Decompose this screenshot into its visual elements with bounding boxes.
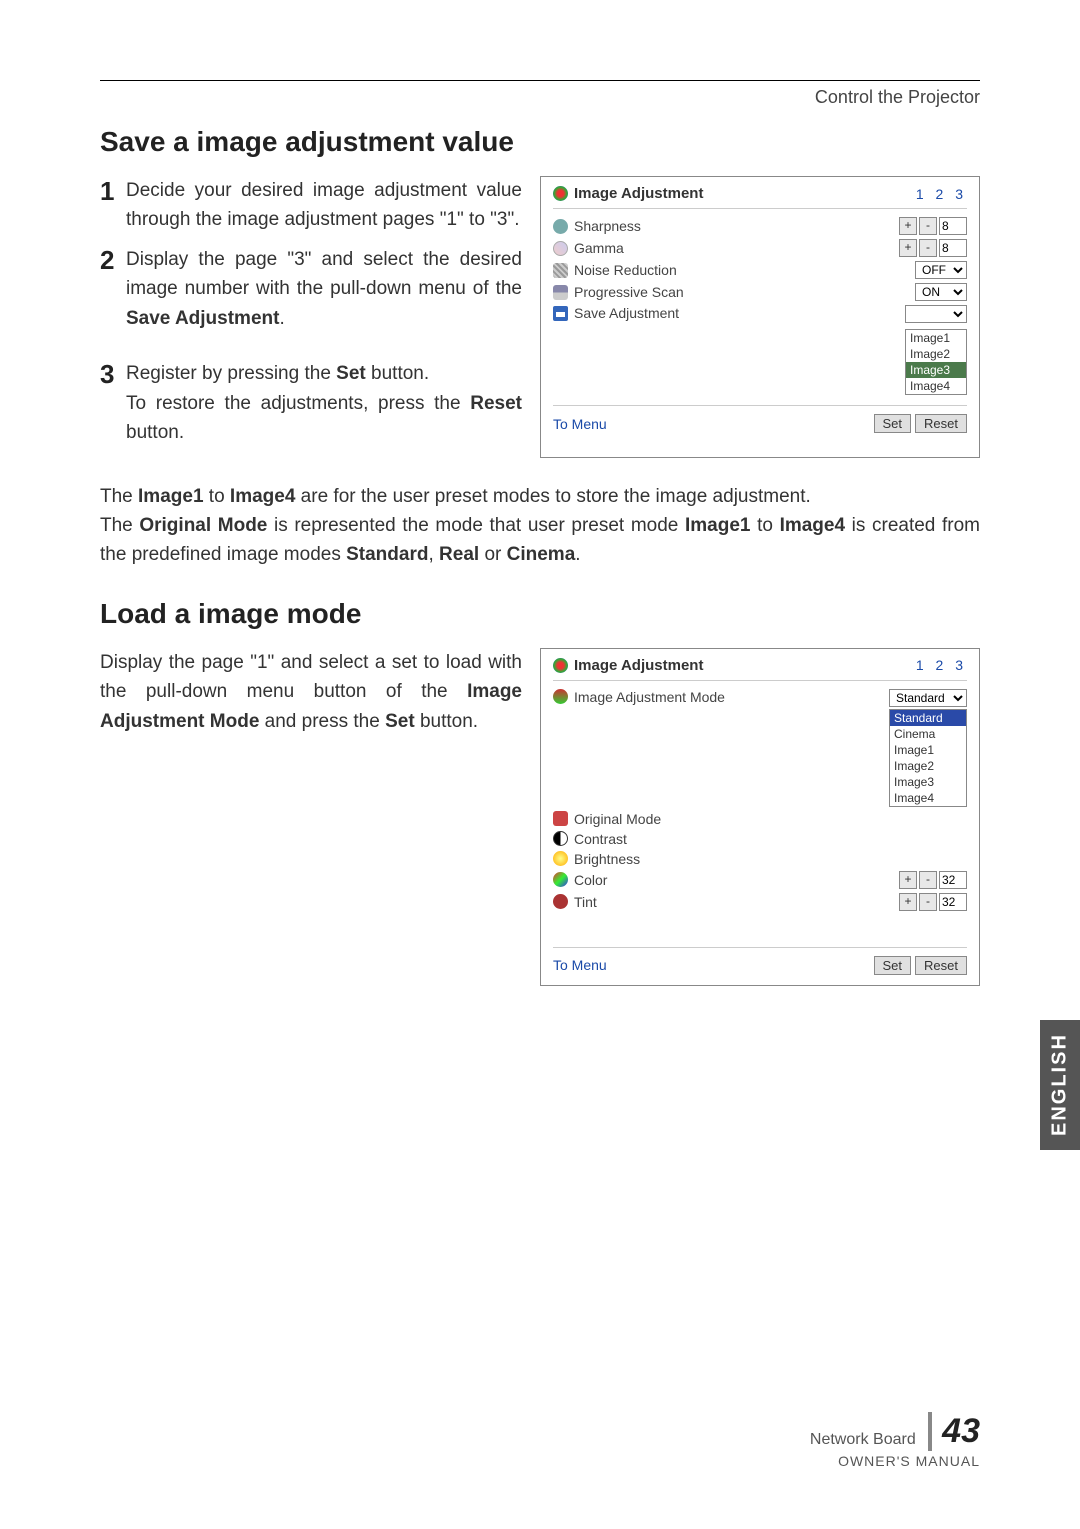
palette-icon: [553, 658, 568, 673]
gamma-label: Gamma: [574, 240, 624, 256]
step-num-2: 2: [100, 245, 126, 333]
palette-icon: [553, 186, 568, 201]
noise-icon: [553, 263, 568, 278]
mode-label: Image Adjustment Mode: [574, 689, 725, 705]
save-opt-image1[interactable]: Image1: [906, 330, 966, 346]
panel2-title: Image Adjustment: [574, 657, 703, 674]
load-body: Display the page "1" and select a set to…: [100, 648, 522, 986]
mode-opt-image3[interactable]: Image3: [890, 774, 966, 790]
step-1-text: Decide your desired image adjustment val…: [126, 176, 522, 235]
original-label: Original Mode: [574, 811, 661, 827]
step-num-3: 3: [100, 359, 126, 447]
tint-plus[interactable]: +: [899, 893, 917, 911]
breadcrumb: Control the Projector: [100, 87, 980, 108]
save-opt-image3[interactable]: Image3: [906, 362, 966, 378]
progressive-label: Progressive Scan: [574, 284, 684, 300]
save-dropdown-open[interactable]: Image1 Image2 Image3 Image4: [905, 329, 967, 395]
save-icon: [553, 306, 568, 321]
save-opt-image4[interactable]: Image4: [906, 378, 966, 394]
section-title-load: Load a image mode: [100, 598, 980, 630]
mode-dropdown-open[interactable]: Standard Cinema Image1 Image2 Image3 Ima…: [889, 709, 967, 807]
tint-input[interactable]: [939, 893, 967, 911]
original-mode-icon: [553, 811, 568, 826]
step-3-text: Register by pressing the Set button. To …: [126, 359, 522, 447]
contrast-icon: [553, 831, 568, 846]
image-adjustment-panel-3: Image Adjustment 1 2 3 Sharpness + - Gam…: [540, 176, 980, 458]
mode-opt-image2[interactable]: Image2: [890, 758, 966, 774]
step-2-text: Display the page "3" and select the desi…: [126, 245, 522, 333]
contrast-label: Contrast: [574, 831, 627, 847]
panel2-to-menu[interactable]: To Menu: [553, 957, 870, 973]
brightness-label: Brightness: [574, 851, 640, 867]
mid-paragraph: The Image1 to Image4 are for the user pr…: [100, 482, 980, 570]
progressive-icon: [553, 285, 568, 300]
save-label: Save Adjustment: [574, 305, 679, 321]
step-num-1: 1: [100, 176, 126, 235]
panel1-to-menu[interactable]: To Menu: [553, 416, 870, 432]
gamma-plus[interactable]: +: [899, 239, 917, 257]
gamma-minus[interactable]: -: [919, 239, 937, 257]
tint-icon: [553, 894, 568, 909]
sharpness-icon: [553, 219, 568, 234]
progressive-select[interactable]: ON: [915, 283, 967, 301]
save-select[interactable]: [905, 305, 967, 323]
noise-label: Noise Reduction: [574, 262, 677, 278]
color-input[interactable]: [939, 871, 967, 889]
sharpness-label: Sharpness: [574, 218, 641, 234]
footer-top: Network Board: [810, 1431, 916, 1451]
color-minus[interactable]: -: [919, 871, 937, 889]
section-title-save: Save a image adjustment value: [100, 126, 980, 158]
footer-bottom: OWNER'S MANUAL: [810, 1453, 980, 1469]
panel1-page-links[interactable]: 1 2 3: [916, 186, 967, 202]
tint-label: Tint: [574, 894, 597, 910]
gamma-icon: [553, 241, 568, 256]
color-label: Color: [574, 872, 607, 888]
gamma-input[interactable]: [939, 239, 967, 257]
panel2-set-button[interactable]: Set: [874, 956, 912, 975]
brightness-icon: [553, 851, 568, 866]
sharpness-minus[interactable]: -: [919, 217, 937, 235]
mode-opt-image1[interactable]: Image1: [890, 742, 966, 758]
panel2-reset-button[interactable]: Reset: [915, 956, 967, 975]
tint-minus[interactable]: -: [919, 893, 937, 911]
mode-select[interactable]: Standard: [889, 689, 967, 707]
language-tab: ENGLISH: [1040, 1020, 1080, 1150]
mode-opt-standard[interactable]: Standard: [890, 710, 966, 726]
sharpness-plus[interactable]: +: [899, 217, 917, 235]
sharpness-input[interactable]: [939, 217, 967, 235]
mode-icon: [553, 689, 568, 704]
page-number: 43: [928, 1412, 980, 1451]
save-opt-image2[interactable]: Image2: [906, 346, 966, 362]
image-adjustment-panel-1: Image Adjustment 1 2 3 Image Adjustment …: [540, 648, 980, 986]
color-plus[interactable]: +: [899, 871, 917, 889]
panel1-reset-button[interactable]: Reset: [915, 414, 967, 433]
panel1-title: Image Adjustment: [574, 185, 703, 202]
color-icon: [553, 872, 568, 887]
panel1-set-button[interactable]: Set: [874, 414, 912, 433]
mode-opt-image4[interactable]: Image4: [890, 790, 966, 806]
panel2-page-links[interactable]: 1 2 3: [916, 657, 967, 673]
noise-select[interactable]: OFF: [915, 261, 967, 279]
mode-opt-cinema[interactable]: Cinema: [890, 726, 966, 742]
